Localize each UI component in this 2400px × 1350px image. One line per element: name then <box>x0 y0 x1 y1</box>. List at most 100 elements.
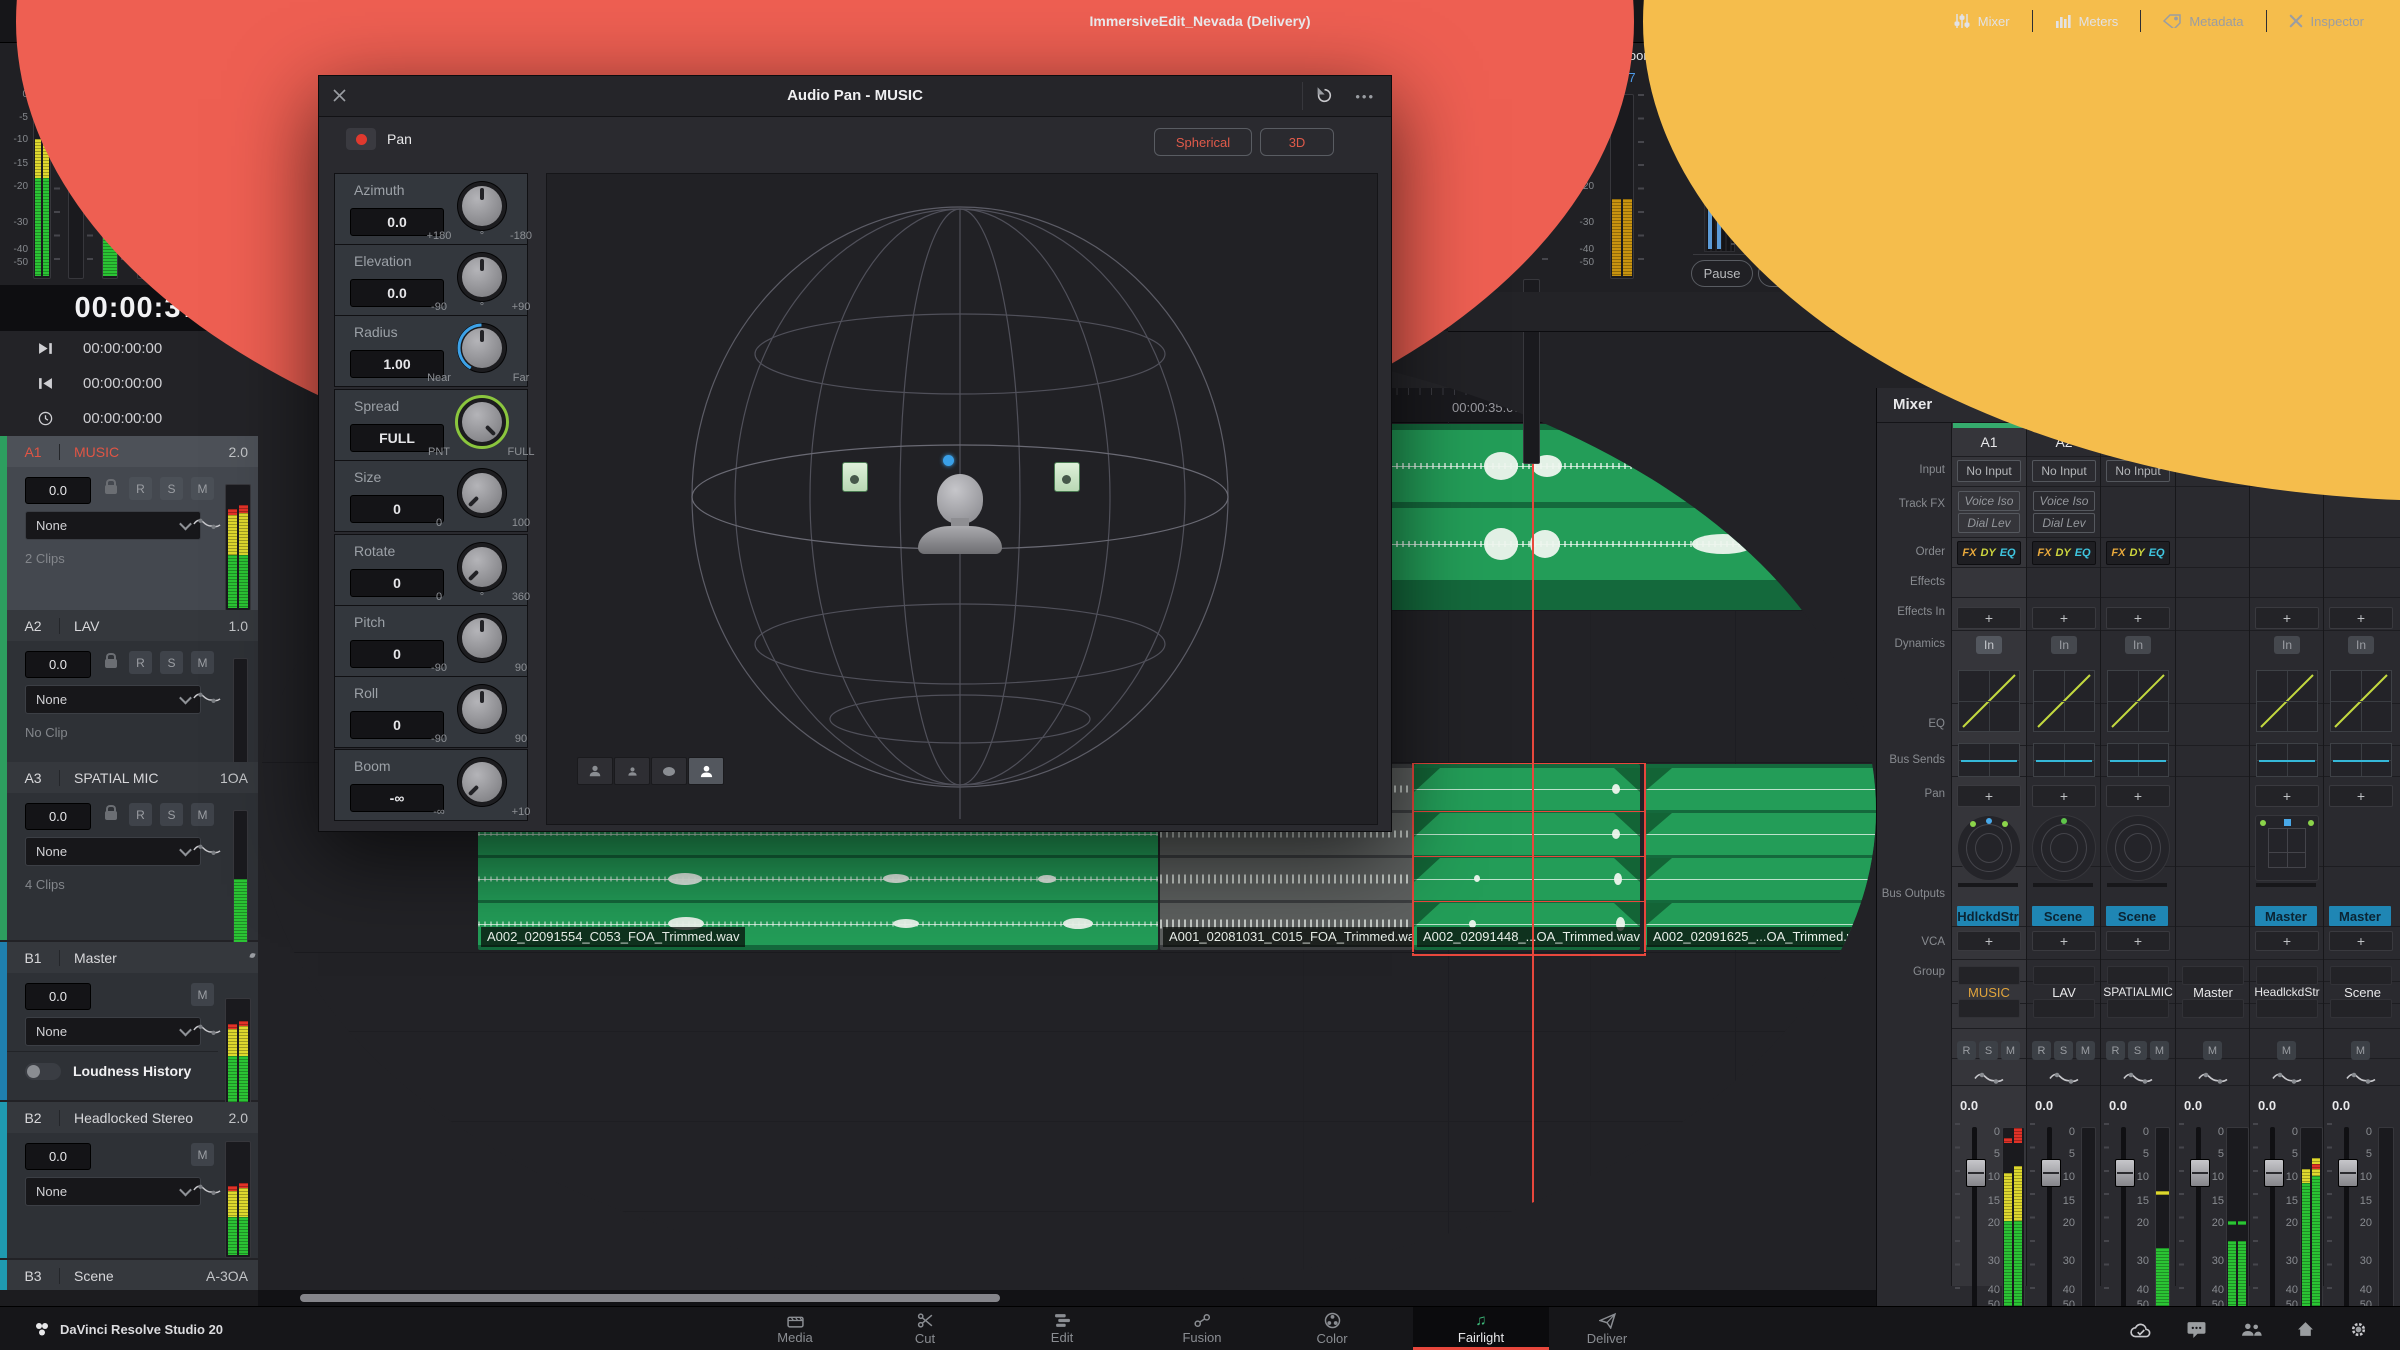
track-a2[interactable]: A2 LAV 1.0 0.0 R S M None No Clip <box>0 610 258 762</box>
automation-icon[interactable] <box>193 691 221 705</box>
bus-output-badge[interactable]: Master <box>2255 906 2317 926</box>
metadata-button[interactable]: Metadata <box>2141 0 2265 42</box>
effects-in-button[interactable]: In <box>2125 636 2151 654</box>
boom-knob[interactable] <box>462 762 502 802</box>
mute-button[interactable]: M <box>191 803 214 826</box>
dynamics-graph[interactable] <box>2107 670 2169 732</box>
dynamics-graph[interactable] <box>1958 670 2020 732</box>
eq-graph[interactable] <box>2033 743 2095 777</box>
mixer-strip-bus3[interactable]: Bus3 + In + Master + Scene M 0.0 0510152… <box>2323 423 2400 1286</box>
effects-in-button[interactable]: In <box>1976 636 2002 654</box>
fader-value[interactable]: 0.0 <box>2109 1098 2127 1113</box>
meters-toggle-button[interactable]: Meters <box>2033 0 2141 42</box>
add-effect-button[interactable]: + <box>2255 607 2319 629</box>
effects-in-button[interactable]: In <box>2274 636 2300 654</box>
solo-button[interactable]: S <box>1979 1041 1998 1060</box>
view-side-button[interactable] <box>614 757 650 785</box>
clip-a3-3-selected[interactable]: A002_02091448_...OA_Trimmed.wav <box>1414 764 1640 950</box>
radius-knob[interactable] <box>462 328 502 368</box>
fader-value[interactable]: 0.0 <box>1960 1098 1978 1113</box>
add-effect-button[interactable]: + <box>2329 607 2393 629</box>
rotate-control[interactable]: Rotate 0 0°360 <box>335 535 527 605</box>
record-arm-button[interactable]: R <box>1957 1041 1976 1060</box>
fader-track[interactable] <box>2196 1127 2201 1313</box>
add-bus-output-button[interactable]: + <box>2106 931 2170 951</box>
mute-button[interactable]: M <box>191 983 214 1006</box>
solo-button[interactable]: S <box>160 651 183 674</box>
roll-control[interactable]: Roll 0 -9090 <box>335 676 527 747</box>
mute-button[interactable]: M <box>2076 1041 2095 1060</box>
pan-display[interactable] <box>2032 815 2096 881</box>
add-bus-send-button[interactable]: + <box>1957 785 2021 807</box>
eq-graph[interactable] <box>2256 743 2318 777</box>
pan-3d-viewport[interactable] <box>546 173 1378 825</box>
record-arm-button[interactable]: R <box>2032 1041 2051 1060</box>
add-bus-send-button[interactable]: + <box>2032 785 2096 807</box>
add-bus-send-button[interactable]: + <box>2106 785 2170 807</box>
bus-output-badge[interactable]: Scene <box>2106 906 2168 926</box>
mute-button[interactable]: M <box>2150 1041 2169 1060</box>
track-a3[interactable]: A3 SPATIAL MIC 1OA 0.0 R S M None 4 Clip… <box>0 762 258 940</box>
record-arm-button[interactable]: R <box>129 803 152 826</box>
chat-icon[interactable] <box>2187 1321 2206 1338</box>
azimuth-knob[interactable] <box>462 186 502 226</box>
effects-dropdown[interactable]: None <box>25 1177 201 1206</box>
automation-icon[interactable] <box>2198 1071 2228 1086</box>
page-fairlight-active[interactable]: ♫ Fairlight <box>1413 1307 1549 1350</box>
pan-display[interactable] <box>1957 815 2021 881</box>
mixer-toggle-button[interactable]: Mixer <box>1932 0 2032 42</box>
fader-value[interactable]: 0.0 <box>2258 1098 2276 1113</box>
track-gain[interactable]: 0.0 <box>25 983 91 1010</box>
dynamics-graph[interactable] <box>2256 670 2318 732</box>
effects-dropdown[interactable]: None <box>25 685 201 714</box>
mixer-strip-a2[interactable]: A2 No Input Voice Iso Dial Lev FXDYEQ + … <box>2026 423 2101 1286</box>
fader-track[interactable] <box>2121 1127 2126 1313</box>
mute-button[interactable]: M <box>2001 1041 2020 1060</box>
fader-track[interactable] <box>2270 1127 2275 1313</box>
loudness-history-toggle[interactable] <box>25 1063 61 1080</box>
effects-dropdown[interactable]: None <box>25 1017 201 1046</box>
azimuth-control[interactable]: Azimuth 0.0 +180°-180 <box>335 174 527 244</box>
fader-value[interactable]: 0.0 <box>2035 1098 2053 1113</box>
track-b1[interactable]: B1 Master 0.0 M None Loudness History <box>0 942 258 1100</box>
bus-output-badge[interactable]: Scene <box>2032 906 2094 926</box>
collaboration-icon[interactable] <box>2241 1322 2262 1337</box>
eq-graph[interactable] <box>1958 743 2020 777</box>
automation-icon[interactable] <box>2272 1071 2302 1086</box>
clip-a3-4[interactable]: A002_02091625_...OA_Trimmed.wav <box>1644 764 1876 950</box>
page-fusion[interactable]: Fusion <box>1152 1307 1252 1350</box>
add-bus-output-button[interactable]: + <box>2329 931 2393 951</box>
mixer-strip-a3[interactable]: A3 No Input FXDYEQ + In + Scene + SPATIA… <box>2100 423 2175 1286</box>
bus-output-badge[interactable]: Master <box>2329 906 2391 926</box>
add-bus-output-button[interactable]: + <box>2255 931 2319 951</box>
pan-display[interactable] <box>2255 815 2319 881</box>
track-gain[interactable]: 0.0 <box>25 651 91 678</box>
effects-dropdown[interactable]: None <box>25 837 201 866</box>
pan-position-dot[interactable] <box>943 455 954 466</box>
order-badge[interactable]: FXDYEQ <box>1957 541 2021 565</box>
boom-control[interactable]: Boom -∞ -∞+10 <box>335 750 527 820</box>
solo-button[interactable]: S <box>160 803 183 826</box>
add-bus-output-button[interactable]: + <box>1957 931 2021 951</box>
add-bus-send-button[interactable]: + <box>2329 785 2393 807</box>
automation-icon[interactable] <box>193 1023 221 1037</box>
eq-graph[interactable] <box>2330 743 2392 777</box>
record-arm-button[interactable]: R <box>129 651 152 674</box>
track-gain[interactable]: 0.0 <box>25 803 91 830</box>
mixer-strip-apple[interactable]: Master M 0.0 05101520304050 <box>2175 423 2250 1286</box>
page-deliver[interactable]: Deliver <box>1557 1307 1657 1350</box>
solo-button[interactable]: S <box>2128 1041 2147 1060</box>
trackfx-diallev[interactable]: Dial Lev <box>1958 513 2020 533</box>
add-bus-output-button[interactable]: + <box>2032 931 2096 951</box>
radius-control[interactable]: Radius 1.00 NearFar <box>335 315 527 386</box>
roll-knob[interactable] <box>462 689 502 729</box>
dynamics-graph[interactable] <box>2033 670 2095 732</box>
track-b3[interactable]: B3 Scene A-3OA <box>0 1260 258 1290</box>
automation-icon[interactable] <box>2123 1071 2153 1086</box>
add-bus-send-button[interactable]: + <box>2255 785 2319 807</box>
inspector-button[interactable]: Inspector <box>2267 0 2386 42</box>
cloud-sync-icon[interactable] <box>2130 1322 2152 1338</box>
fader-track[interactable] <box>2344 1127 2349 1313</box>
speaker-left-object[interactable] <box>842 462 868 492</box>
record-arm-button[interactable]: R <box>2106 1041 2125 1060</box>
